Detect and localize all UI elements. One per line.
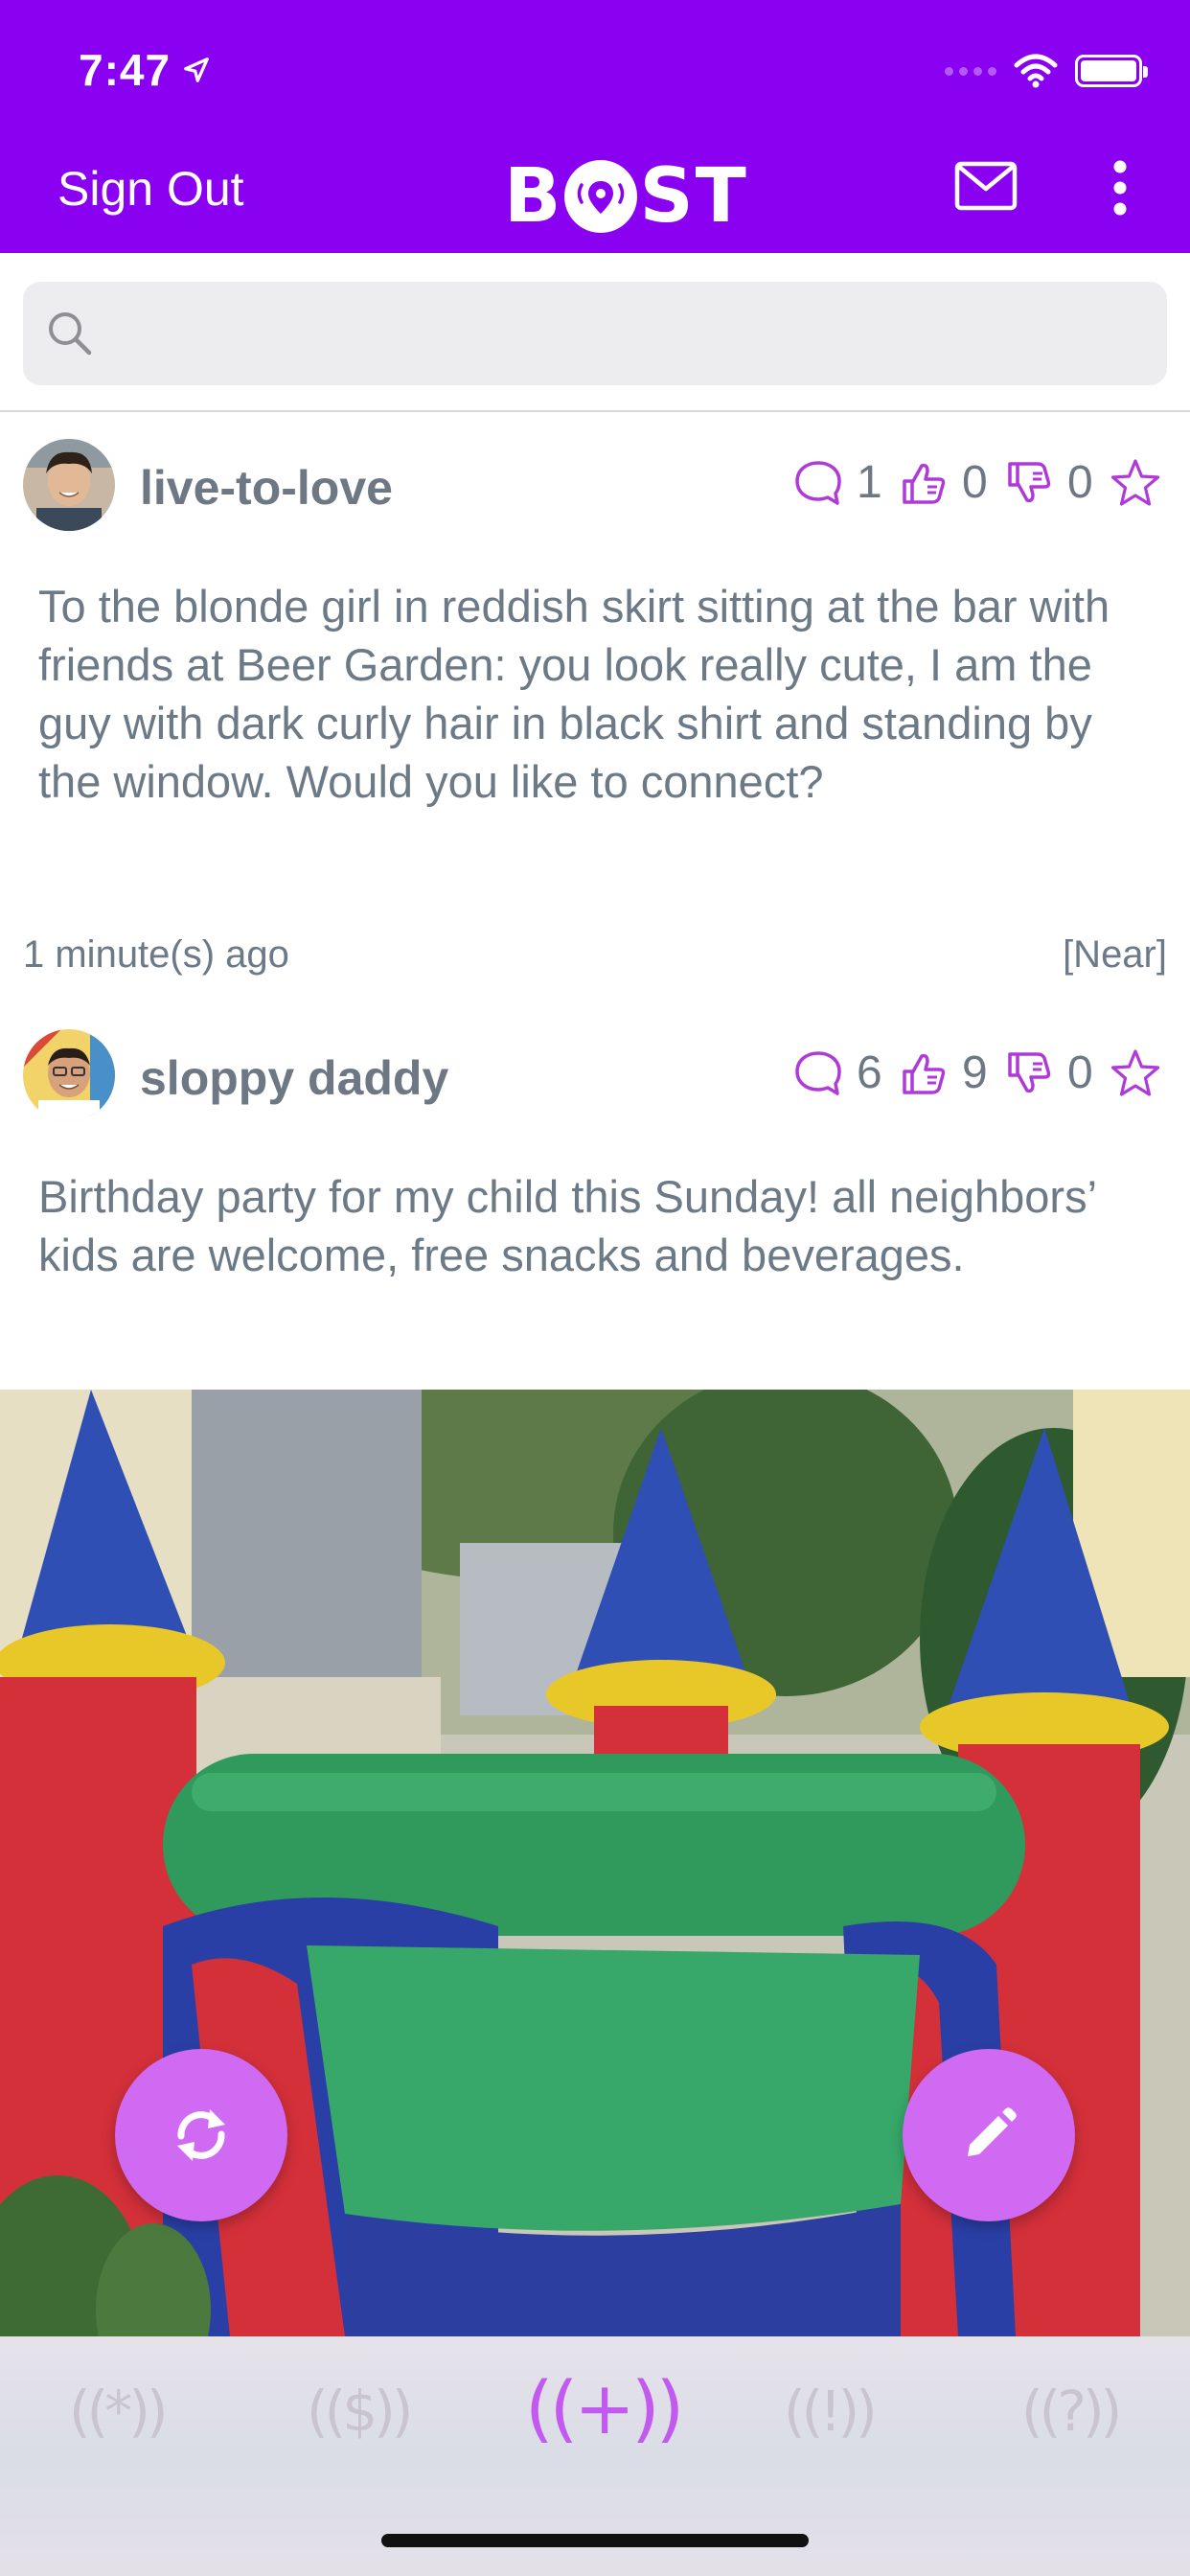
comment-icon[interactable] — [793, 459, 843, 507]
like-count: 9 — [962, 1047, 988, 1098]
avatar[interactable] — [23, 1029, 115, 1121]
logo-letters-st: ST — [639, 153, 748, 240]
comment-count: 6 — [857, 1047, 882, 1098]
post-timestamp: 1 minute(s) ago — [23, 933, 289, 976]
pencil-icon — [968, 2107, 1017, 2156]
cellular-signal-icon — [945, 66, 996, 76]
post-item[interactable]: live-to-love 1 0 0 To the blonde girl in… — [0, 439, 1190, 976]
wifi-icon — [1014, 54, 1058, 88]
comment-icon[interactable] — [793, 1049, 843, 1097]
search-bar-area — [0, 253, 1190, 412]
comment-count: 1 — [857, 457, 882, 508]
thumbs-up-icon[interactable] — [899, 458, 949, 508]
post-stats: 6 9 0 — [793, 1046, 1161, 1099]
thumbs-up-icon[interactable] — [899, 1048, 949, 1098]
thumbs-down-icon[interactable] — [1004, 458, 1054, 508]
search-field[interactable] — [23, 282, 1167, 385]
home-indicator — [381, 2534, 809, 2547]
tab-question[interactable]: ((?)) — [1021, 2379, 1122, 2444]
tab-add[interactable]: ((+)) — [525, 2365, 684, 2450]
dislike-count: 0 — [1067, 1047, 1093, 1098]
username[interactable]: live-to-love — [140, 460, 393, 516]
thumbs-down-icon[interactable] — [1004, 1048, 1054, 1098]
mail-icon[interactable] — [954, 161, 1018, 211]
status-time-text: 7:47 — [79, 45, 172, 95]
sign-out-button[interactable]: Sign Out — [57, 161, 244, 217]
logo-letter-b: B — [504, 153, 563, 240]
post-header: sloppy daddy 6 9 0 — [0, 1029, 1190, 1135]
status-indicators — [945, 54, 1148, 88]
search-icon — [49, 312, 92, 356]
battery-icon — [1075, 55, 1148, 87]
star-icon[interactable] — [1110, 1048, 1161, 1098]
status-time: 7:47 — [79, 44, 211, 96]
post-text: To the blonde girl in reddish skirt sitt… — [38, 581, 1110, 807]
tab-money[interactable]: (($)) — [307, 2379, 413, 2444]
more-vertical-icon[interactable] — [1108, 159, 1133, 217]
app-header: 7:47 Sign Out B ST — [0, 0, 1190, 253]
search-input[interactable] — [113, 282, 1167, 385]
dislike-count: 0 — [1067, 457, 1093, 508]
star-icon[interactable] — [1110, 458, 1161, 508]
post-distance: [Near] — [1063, 933, 1167, 976]
location-arrow-icon — [184, 58, 209, 82]
refresh-button[interactable] — [115, 2049, 287, 2221]
post-item[interactable]: sloppy daddy 6 9 0 Birthday party for my… — [0, 1029, 1190, 1284]
broadcast-pin-icon — [564, 160, 638, 233]
post-header: live-to-love 1 0 0 — [0, 439, 1190, 544]
avatar[interactable] — [23, 439, 115, 531]
app-logo: B ST — [504, 153, 748, 240]
refresh-icon — [177, 2109, 225, 2161]
post-meta: 1 minute(s) ago [Near] — [23, 933, 1167, 977]
tab-general[interactable]: ((*)) — [69, 2379, 168, 2444]
tab-alert[interactable]: ((!)) — [784, 2379, 878, 2444]
post-stats: 1 0 0 — [793, 456, 1161, 509]
post-text: Birthday party for my child this Sunday!… — [38, 1171, 1096, 1280]
like-count: 0 — [962, 457, 988, 508]
compose-button[interactable] — [903, 2049, 1075, 2221]
username[interactable]: sloppy daddy — [140, 1050, 448, 1106]
